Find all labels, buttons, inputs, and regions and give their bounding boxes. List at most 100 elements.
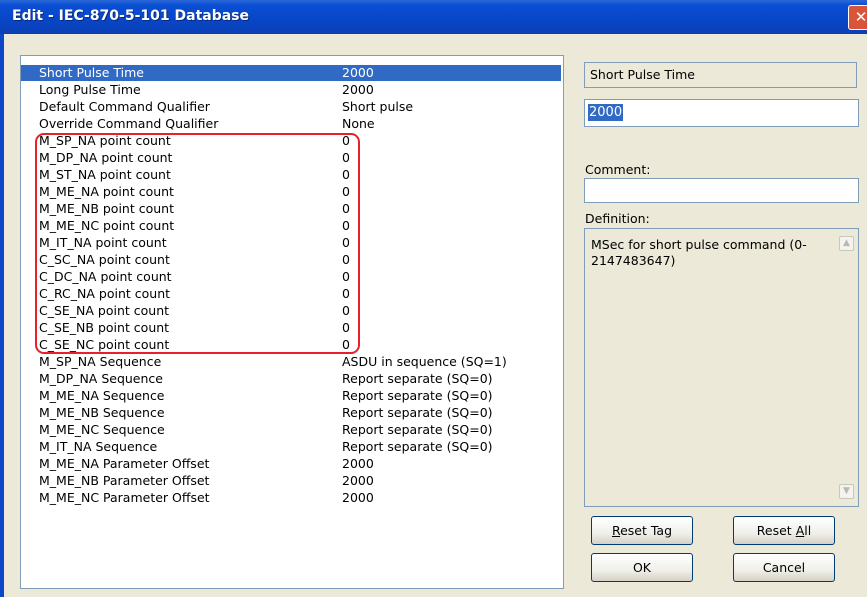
list-row[interactable]: M_ME_NB point count 0: [21, 201, 561, 217]
definition-label: Definition:: [585, 211, 650, 226]
parameter-name: M_DP_NA point count: [39, 150, 173, 165]
parameter-name: M_SP_NA Sequence: [39, 354, 162, 369]
comment-input[interactable]: [584, 178, 859, 203]
list-row[interactable]: M_ME_NA Sequence Report separate (SQ=0): [21, 388, 561, 404]
parameter-value: Report separate (SQ=0): [342, 405, 493, 420]
list-row[interactable]: M_ME_NB Parameter Offset 2000: [21, 473, 561, 489]
parameter-value: 0: [342, 133, 350, 148]
parameter-value: 0: [342, 235, 350, 250]
parameter-name: C_SE_NC point count: [39, 337, 170, 352]
parameter-name: M_DP_NA Sequence: [39, 371, 163, 386]
list-row[interactable]: Override Command Qualifier None: [21, 116, 561, 132]
parameter-value: Report separate (SQ=0): [342, 422, 493, 437]
list-row[interactable]: M_ME_NC Sequence Report separate (SQ=0): [21, 422, 561, 438]
parameter-name: Short Pulse Time: [39, 65, 144, 80]
parameter-name: M_ME_NA Sequence: [39, 388, 165, 403]
parameter-name: M_ME_NC Sequence: [39, 422, 165, 437]
parameter-name: Override Command Qualifier: [39, 116, 219, 131]
parameter-name: M_ME_NB Sequence: [39, 405, 165, 420]
parameter-list[interactable]: Short Pulse Time 2000 Long Pulse Time 2000 D…: [20, 55, 564, 589]
parameter-name: M_IT_NA point count: [39, 235, 167, 250]
parameter-name: Default Command Qualifier: [39, 99, 210, 114]
window-frame: [0, 34, 4, 597]
parameter-value: 0: [342, 201, 350, 216]
list-row[interactable]: M_IT_NA point count 0: [21, 235, 561, 251]
parameter-name: M_ME_NA Parameter Offset: [39, 456, 210, 471]
parameter-value: 0: [342, 218, 350, 233]
list-row[interactable]: Long Pulse Time 2000: [21, 82, 561, 98]
parameter-value: Report separate (SQ=0): [342, 439, 493, 454]
list-row[interactable]: M_ME_NA Parameter Offset 2000: [21, 456, 561, 472]
parameter-name: C_SC_NA point count: [39, 252, 170, 267]
parameter-value: 2000: [342, 82, 374, 97]
value-input[interactable]: 2000: [584, 99, 859, 127]
comment-label: Comment:: [585, 162, 651, 177]
parameter-value: 0: [342, 167, 350, 182]
list-row[interactable]: M_DP_NA point count 0: [21, 150, 561, 166]
list-row[interactable]: C_SC_NA point count 0: [21, 252, 561, 268]
list-row[interactable]: M_ME_NC point count 0: [21, 218, 561, 234]
parameter-value: 0: [342, 320, 350, 335]
parameter-value: 0: [342, 269, 350, 284]
parameter-name: M_ME_NB Parameter Offset: [39, 473, 210, 488]
parameter-name: C_SE_NA point count: [39, 303, 170, 318]
list-row[interactable]: M_DP_NA Sequence Report separate (SQ=0): [21, 371, 561, 387]
parameter-name: M_ME_NB point count: [39, 201, 174, 216]
list-row[interactable]: M_SP_NA Sequence ASDU in sequence (SQ=1): [21, 354, 561, 370]
value-input-text: 2000: [588, 104, 624, 121]
parameter-value: 0: [342, 252, 350, 267]
parameter-value: 0: [342, 184, 350, 199]
parameter-value: 0: [342, 150, 350, 165]
parameter-value: Report separate (SQ=0): [342, 388, 493, 403]
parameter-name: M_ME_NC point count: [39, 218, 175, 233]
parameter-value: ASDU in sequence (SQ=1): [342, 354, 507, 369]
parameter-value: 2000: [342, 473, 374, 488]
reset-all-label: Reset All: [756, 523, 812, 538]
parameter-value: 2000: [342, 456, 374, 471]
parameter-name: M_ST_NA point count: [39, 167, 171, 182]
list-row[interactable]: Short Pulse Time 2000: [21, 65, 561, 81]
selected-parameter-name: Short Pulse Time: [584, 62, 857, 88]
reset-tag-button[interactable]: Reset Tag: [591, 516, 693, 545]
parameter-name: Long Pulse Time: [39, 82, 141, 97]
list-row[interactable]: Default Command Qualifier Short pulse: [21, 99, 561, 115]
definition-box: MSec for short pulse command (0-21474836…: [584, 228, 859, 507]
parameter-name: M_ME_NA point count: [39, 184, 174, 199]
cancel-label: Cancel: [762, 560, 806, 575]
parameter-value: 0: [342, 286, 350, 301]
list-row[interactable]: C_SE_NA point count 0: [21, 303, 561, 319]
parameter-name: C_SE_NB point count: [39, 320, 170, 335]
ok-button[interactable]: OK: [591, 553, 693, 582]
parameter-value: 0: [342, 303, 350, 318]
list-row[interactable]: C_RC_NA point count 0: [21, 286, 561, 302]
cancel-button[interactable]: Cancel: [733, 553, 835, 582]
list-row[interactable]: M_ST_NA point count 0: [21, 167, 561, 183]
list-row[interactable]: C_DC_NA point count 0: [21, 269, 561, 285]
parameter-value: 2000: [342, 65, 374, 80]
title-bar[interactable]: Edit - IEC-870-5-101 Database ✕: [0, 0, 867, 34]
parameter-name: M_ME_NC Parameter Offset: [39, 490, 210, 505]
list-row[interactable]: M_ME_NB Sequence Report separate (SQ=0): [21, 405, 561, 421]
parameter-value: Report separate (SQ=0): [342, 371, 493, 386]
window-title: Edit - IEC-870-5-101 Database: [12, 8, 250, 24]
reset-tag-label: Reset Tag: [611, 523, 673, 538]
scroll-down-icon[interactable]: ▼: [839, 484, 854, 499]
ok-label: OK: [632, 560, 652, 575]
parameter-name: C_RC_NA point count: [39, 286, 171, 301]
definition-text: MSec for short pulse command (0-21474836…: [591, 237, 807, 268]
list-row[interactable]: M_ME_NC Parameter Offset 2000: [21, 490, 561, 506]
reset-all-button[interactable]: Reset All: [733, 516, 835, 545]
list-row[interactable]: M_ME_NA point count 0: [21, 184, 561, 200]
parameter-value: 0: [342, 337, 350, 352]
list-row[interactable]: C_SE_NC point count 0: [21, 337, 561, 353]
list-row[interactable]: C_SE_NB point count 0: [21, 320, 561, 336]
close-button[interactable]: ✕: [848, 5, 867, 30]
parameter-value: 2000: [342, 490, 374, 505]
parameter-name: M_IT_NA Sequence: [39, 439, 158, 454]
parameter-name: M_SP_NA point count: [39, 133, 171, 148]
scroll-up-icon[interactable]: ▲: [839, 236, 854, 251]
parameter-value: Short pulse: [342, 99, 414, 114]
list-row[interactable]: M_IT_NA Sequence Report separate (SQ=0): [21, 439, 561, 455]
parameter-value: None: [342, 116, 375, 131]
list-row[interactable]: M_SP_NA point count 0: [21, 133, 561, 149]
